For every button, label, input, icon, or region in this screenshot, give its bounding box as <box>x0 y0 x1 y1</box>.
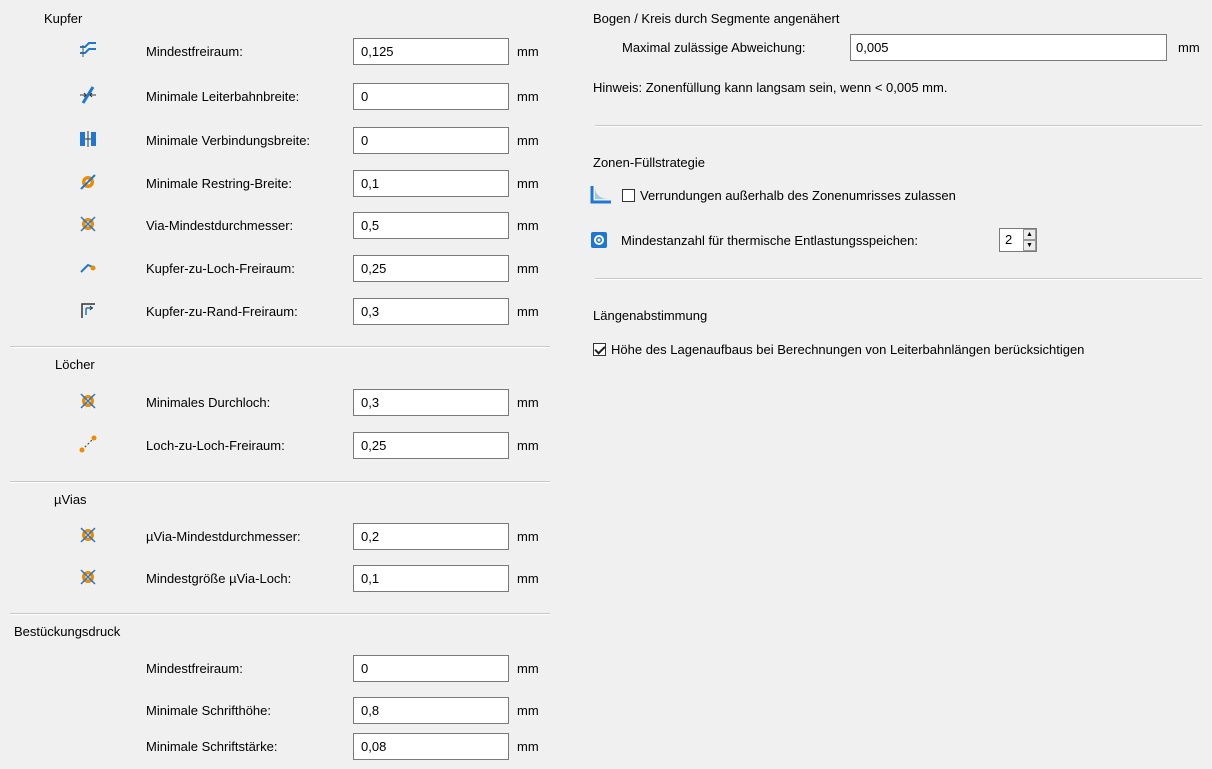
track-width-icon <box>80 86 96 104</box>
row-microvia-hole: Mindestgröße µVia-Loch: 0,1 mm <box>0 565 560 593</box>
label-silk-min-clearance: Mindestfreiraum: <box>146 661 243 676</box>
input-microvia-min-diameter[interactable]: 0,2 <box>353 523 509 550</box>
label-hole-to-hole: Loch-zu-Loch-Freiraum: <box>146 438 285 453</box>
stackup-height-checkbox[interactable] <box>593 343 606 356</box>
thermal-spokes-spinbox[interactable]: 2 ▲ ▼ <box>999 228 1037 252</box>
separator-microvias <box>10 613 550 615</box>
stackup-height-label: Höhe des Lagenaufbaus bei Berechnungen v… <box>611 342 1085 357</box>
label-copper-edge-clearance: Kupfer-zu-Rand-Freiraum: <box>146 304 298 319</box>
input-copper-edge-clearance[interactable]: 0,3 <box>353 298 509 325</box>
section-title-copper: Kupfer <box>44 11 83 26</box>
row-hole-to-hole: Loch-zu-Loch-Freiraum: 0,25 mm <box>0 432 560 460</box>
separator-zone <box>595 278 1202 280</box>
copper-edge-clearance-icon <box>81 303 95 318</box>
constraints-right-panel: Bogen / Kreis durch Segmente angenähert … <box>585 0 1212 769</box>
row-silk-min-clearance: Mindestfreiraum: 0 mm <box>0 655 560 683</box>
label-microvia-hole: Mindestgröße µVia-Loch: <box>146 571 292 586</box>
input-min-annular-ring[interactable]: 0,1 <box>353 170 509 197</box>
separator-arc <box>595 125 1202 127</box>
label-min-text-thickness: Minimale Schriftstärke: <box>146 739 278 754</box>
input-min-connection-width[interactable]: 0 <box>353 127 509 154</box>
hole-to-hole-icon <box>79 435 97 453</box>
unit-microvia-hole: mm <box>517 571 539 586</box>
unit-hole-to-hole: mm <box>517 438 539 453</box>
row-copper-hole-clearance: Kupfer-zu-Loch-Freiraum: 0,25 mm <box>0 255 560 283</box>
microvia-hole-icon <box>80 569 96 585</box>
row-copper-edge-clearance: Kupfer-zu-Rand-Freiraum: 0,3 mm <box>0 298 560 326</box>
thermal-spoke-icon <box>591 232 607 248</box>
input-min-text-height[interactable]: 0,8 <box>353 697 509 724</box>
row-min-through-hole: Minimales Durchloch: 0,3 mm <box>0 389 560 417</box>
max-deviation-input[interactable]: 0,005 <box>850 34 1167 61</box>
fillet-icon <box>590 186 611 204</box>
unit-via-min-diameter: mm <box>517 218 539 233</box>
zone-fill-hint: Hinweis: Zonenfüllung kann langsam sein,… <box>593 80 948 95</box>
label-min-annular-ring: Minimale Restring-Breite: <box>146 176 292 191</box>
unit-min-through-hole: mm <box>517 395 539 410</box>
arc-section-title: Bogen / Kreis durch Segmente angenähert <box>593 11 840 26</box>
thermal-spokes-value: 2 <box>1005 232 1013 247</box>
copper-hole-clearance-icon <box>80 263 96 273</box>
thermal-spokes-label: Mindestanzahl für thermische Entlastungs… <box>621 233 918 248</box>
clearance-icon <box>80 42 96 57</box>
row-min-annular-ring: Minimale Restring-Breite: 0,1 mm <box>0 170 560 198</box>
section-title-microvias: µVias <box>54 492 87 507</box>
input-hole-to-hole[interactable]: 0,25 <box>353 432 509 459</box>
row-min-connection-width: Minimale Verbindungsbreite: 0 mm <box>0 127 560 155</box>
unit-min-clearance: mm <box>517 44 539 59</box>
row-via-min-diameter: Via-Mindestdurchmesser: 0,5 mm <box>0 212 560 240</box>
constraints-left-panel: Kupfer Mindestfreiraum: 0,125 mm Minimal… <box>0 0 560 769</box>
label-min-text-height: Minimale Schrifthöhe: <box>146 703 271 718</box>
row-min-text-height: Minimale Schrifthöhe: 0,8 mm <box>0 697 560 725</box>
max-deviation-label: Maximal zulässige Abweichung: <box>622 40 806 55</box>
via-diameter-icon <box>80 216 96 232</box>
unit-min-annular-ring: mm <box>517 176 539 191</box>
input-min-text-thickness[interactable]: 0,08 <box>353 733 509 760</box>
label-min-clearance: Mindestfreiraum: <box>146 44 243 59</box>
input-silk-min-clearance[interactable]: 0 <box>353 655 509 682</box>
unit-min-connection-width: mm <box>517 133 539 148</box>
annular-ring-icon <box>80 174 96 190</box>
input-via-min-diameter[interactable]: 0,5 <box>353 212 509 239</box>
spin-up-button[interactable]: ▲ <box>1023 229 1036 240</box>
input-copper-hole-clearance[interactable]: 0,25 <box>353 255 509 282</box>
unit-copper-hole-clearance: mm <box>517 261 539 276</box>
fillets-label: Verrundungen außerhalb des Zonenumrisses… <box>640 188 956 203</box>
separator-copper <box>10 346 550 348</box>
fillets-checkbox[interactable] <box>622 189 635 202</box>
through-hole-icon <box>80 393 96 409</box>
input-min-clearance[interactable]: 0,125 <box>353 38 509 65</box>
section-title-holes: Löcher <box>55 357 95 372</box>
label-copper-hole-clearance: Kupfer-zu-Loch-Freiraum: <box>146 261 295 276</box>
input-min-track-width[interactable]: 0 <box>353 83 509 110</box>
unit-min-text-thickness: mm <box>517 739 539 754</box>
row-min-clearance: Mindestfreiraum: 0,125 mm <box>0 38 560 66</box>
row-min-track-width: Minimale Leiterbahnbreite: 0 mm <box>0 83 560 111</box>
zone-section-title: Zonen-Füllstrategie <box>593 155 705 170</box>
microvia-diameter-icon <box>80 527 96 543</box>
section-title-silkscreen: Bestückungsdruck <box>14 624 121 639</box>
unit-silk-min-clearance: mm <box>517 661 539 676</box>
separator-holes <box>10 481 550 483</box>
connection-width-icon <box>80 131 96 147</box>
unit-min-text-height: mm <box>517 703 539 718</box>
length-section-title: Längenabstimmung <box>593 308 708 323</box>
input-min-through-hole[interactable]: 0,3 <box>353 389 509 416</box>
unit-min-track-width: mm <box>517 89 539 104</box>
label-min-connection-width: Minimale Verbindungsbreite: <box>146 133 311 148</box>
unit-copper-edge-clearance: mm <box>517 304 539 319</box>
label-min-track-width: Minimale Leiterbahnbreite: <box>146 89 300 104</box>
label-min-through-hole: Minimales Durchloch: <box>146 395 271 410</box>
label-via-min-diameter: Via-Mindestdurchmesser: <box>146 218 294 233</box>
row-min-text-thickness: Minimale Schriftstärke: 0,08 mm <box>0 733 560 761</box>
label-microvia-min-diameter: µVia-Mindestdurchmesser: <box>146 529 301 544</box>
unit-microvia-min-diameter: mm <box>517 529 539 544</box>
row-microvia-min-diameter: µVia-Mindestdurchmesser: 0,2 mm <box>0 523 560 551</box>
input-microvia-hole[interactable]: 0,1 <box>353 565 509 592</box>
spin-down-button[interactable]: ▼ <box>1023 240 1036 251</box>
max-deviation-unit: mm <box>1178 40 1200 55</box>
